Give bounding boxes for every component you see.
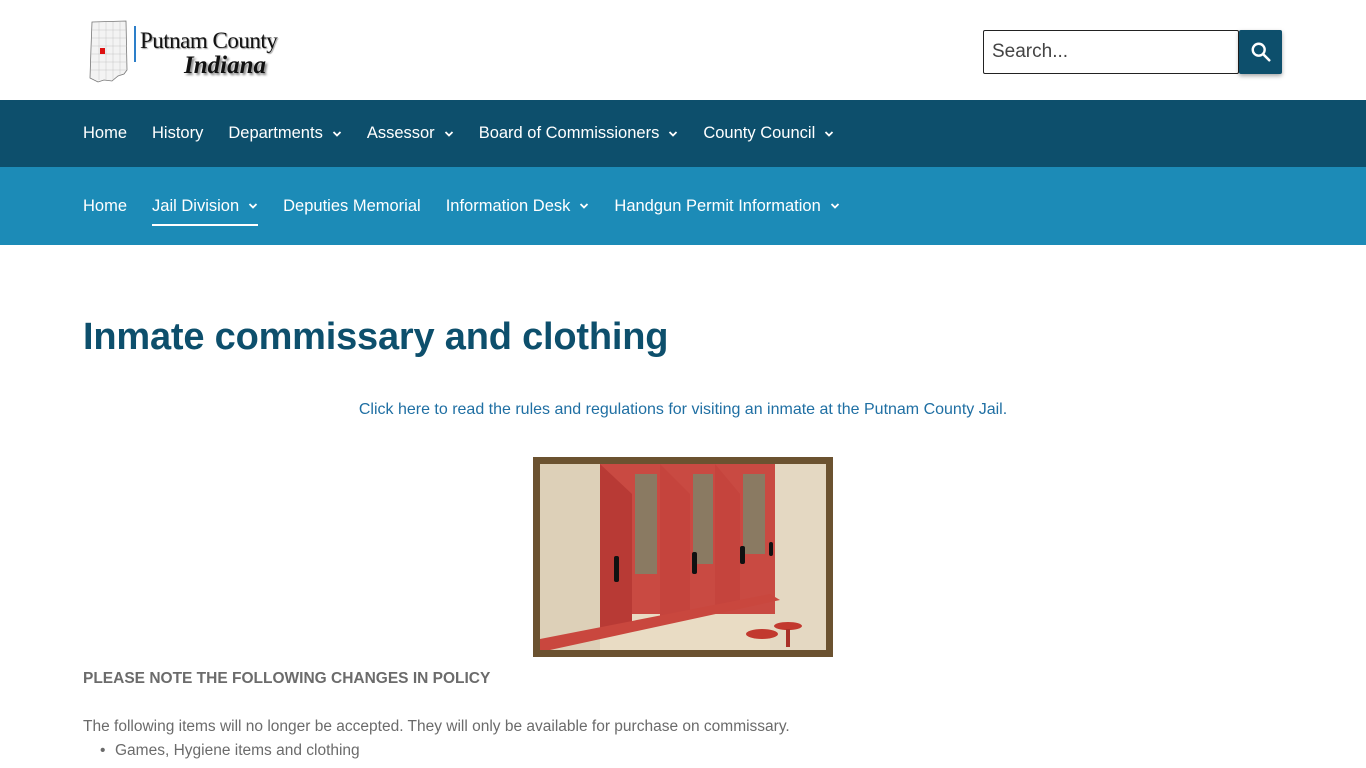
chevron-down-icon	[830, 203, 839, 209]
nav-item-label: Assessor	[366, 124, 435, 142]
policy-list: Games, Hygiene items and clothing	[100, 742, 360, 760]
chevron-down-icon	[825, 130, 834, 137]
nav-item-label: Deputies Memorial	[283, 196, 421, 215]
search-button[interactable]	[1239, 30, 1282, 74]
logo-subtitle: Indiana	[184, 52, 266, 79]
site-header: Putnam County Indiana	[0, 0, 1366, 100]
chevron-down-icon	[248, 203, 258, 209]
nav-item-assessor[interactable]: Assessor	[367, 124, 454, 143]
subnav-item-jail-division[interactable]: Jail Division	[152, 196, 259, 226]
nav-item-board-of-commissioners[interactable]: Board of Commissioners	[479, 124, 679, 143]
search-form	[983, 30, 1282, 74]
visiting-rules-link[interactable]: Click here to read the rules and regulat…	[359, 401, 1007, 418]
nav-item-label: Departments	[228, 124, 323, 142]
nav-item-history[interactable]: History	[152, 124, 203, 143]
visitation-booth-image	[540, 464, 826, 650]
visiting-rules-link-row: Click here to read the rules and regulat…	[0, 401, 1366, 419]
list-item: Games, Hygiene items and clothing	[100, 742, 360, 760]
site-logo[interactable]: Putnam County Indiana	[86, 16, 278, 86]
search-icon	[1251, 42, 1271, 62]
policy-text: The following items will no longer be ac…	[83, 718, 790, 735]
policy-heading: PLEASE NOTE THE FOLLOWING CHANGES IN POL…	[83, 670, 491, 687]
nav-item-label: Information Desk	[445, 196, 571, 215]
chevron-down-icon	[444, 130, 453, 137]
nav-item-label: Home	[83, 196, 128, 215]
subnav-item-handgun-permit-information[interactable]: Handgun Permit Information	[614, 197, 839, 216]
subnav-item-deputies-memorial[interactable]: Deputies Memorial	[283, 197, 421, 216]
nav-item-label: Home	[83, 124, 128, 142]
nav-item-label: Handgun Permit Information	[614, 196, 821, 215]
secondary-nav: Home Jail Division Deputies Memorial Inf…	[0, 167, 1366, 245]
nav-item-county-council[interactable]: County Council	[703, 124, 834, 143]
logo-title: Putnam County	[140, 28, 278, 53]
nav-item-label: Board of Commissioners	[478, 124, 660, 142]
chevron-down-icon	[669, 130, 678, 137]
nav-item-label: Jail Division	[152, 196, 240, 215]
page-title: Inmate commissary and clothing	[83, 316, 669, 358]
logo-divider	[134, 26, 136, 62]
chevron-down-icon	[332, 130, 341, 137]
visitation-booth-photo	[533, 457, 833, 657]
primary-nav: Home History Departments Assessor Board …	[0, 100, 1366, 167]
subnav-item-information-desk[interactable]: Information Desk	[446, 197, 590, 216]
nav-item-label: History	[152, 124, 204, 142]
indiana-map-icon	[89, 20, 128, 83]
subnav-item-home[interactable]: Home	[83, 197, 127, 216]
nav-item-label: County Council	[703, 124, 816, 142]
search-input[interactable]	[983, 30, 1239, 74]
chevron-down-icon	[580, 203, 589, 209]
nav-item-departments[interactable]: Departments	[228, 124, 341, 143]
nav-item-home[interactable]: Home	[83, 124, 127, 143]
